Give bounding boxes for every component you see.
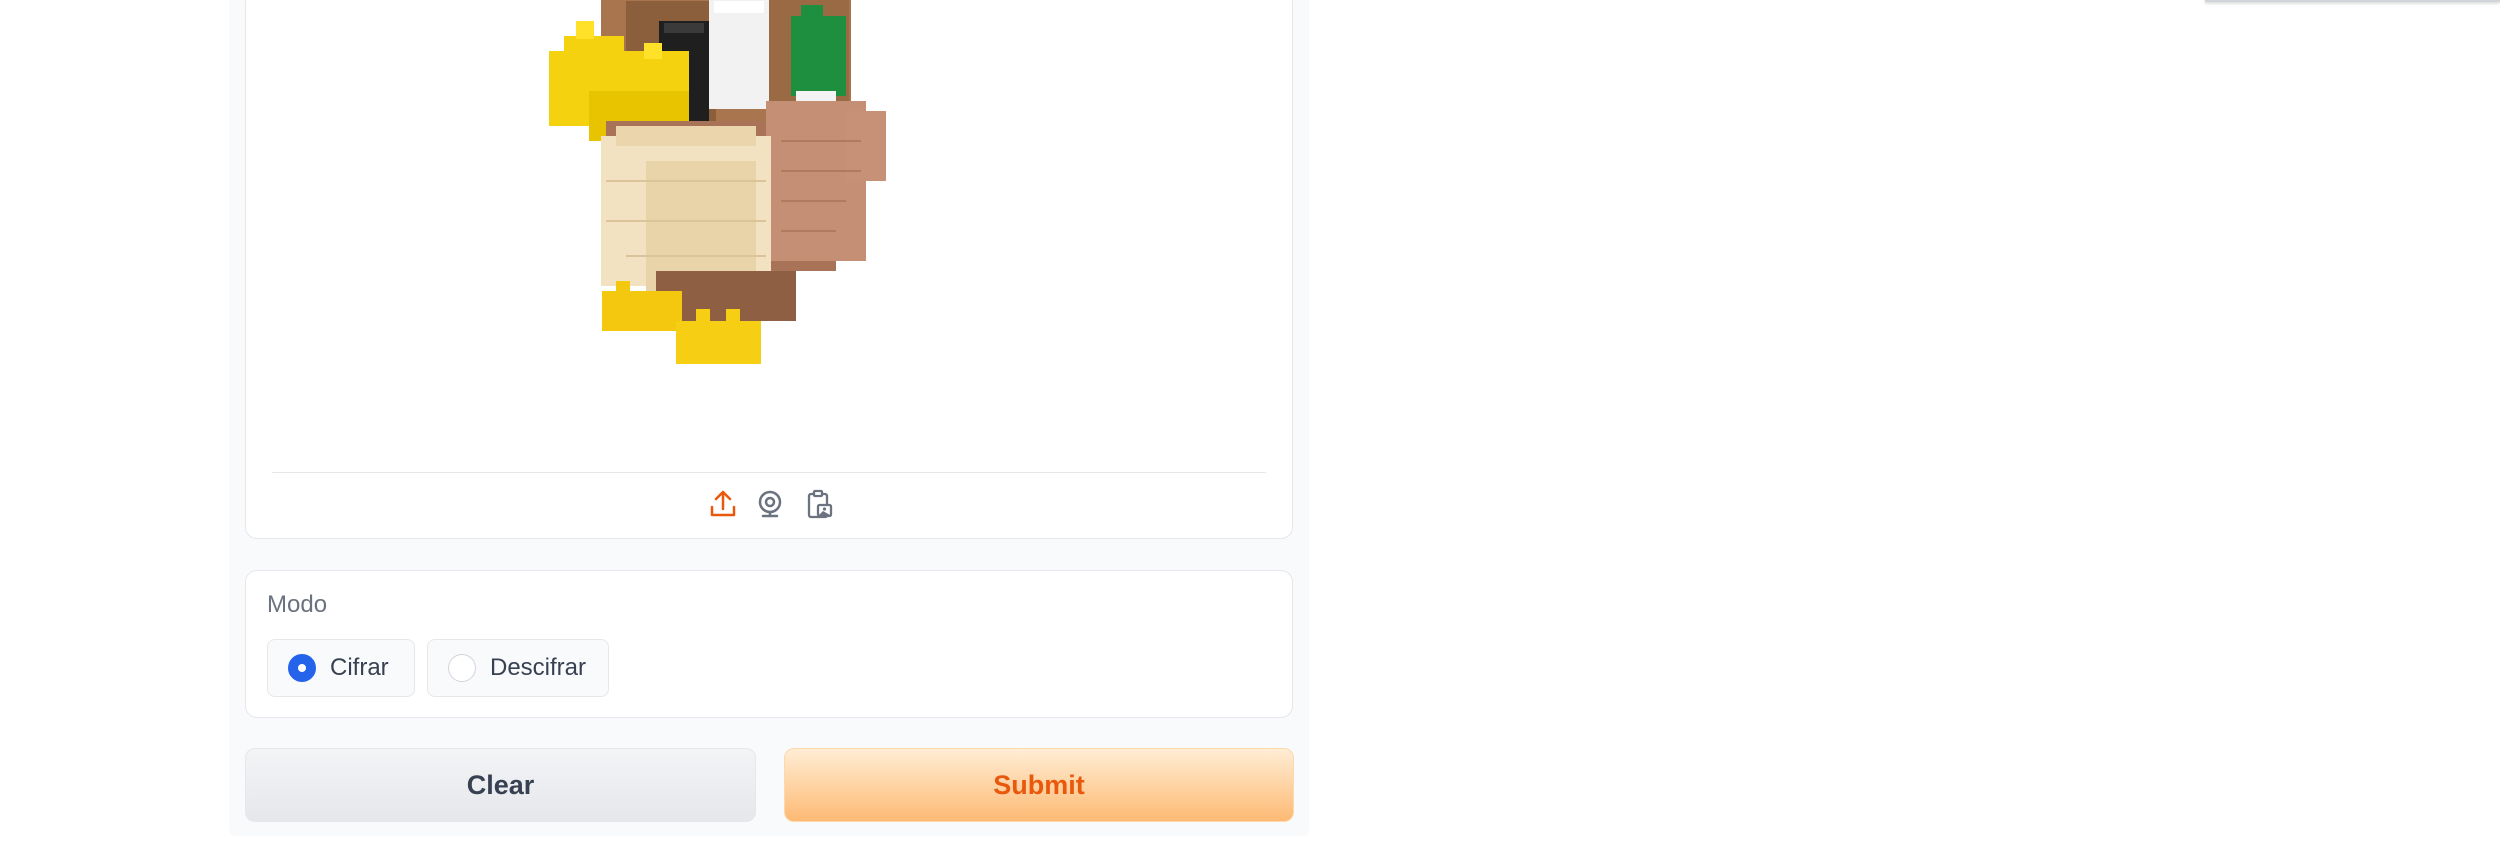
- radio-checked-indicator[interactable]: [288, 654, 316, 682]
- clear-button[interactable]: Clear: [245, 748, 756, 822]
- radio-cifrar[interactable]: Cifrar: [267, 639, 415, 697]
- radio-descifrar[interactable]: Descifrar: [427, 639, 609, 697]
- lego-duck-image: [549, 0, 886, 364]
- source-divider: [272, 472, 1266, 473]
- image-preview: [246, 0, 1292, 472]
- dropdown-edge: [2205, 0, 2500, 2]
- webcam-icon[interactable]: [754, 488, 786, 520]
- upload-icon[interactable]: [707, 488, 739, 520]
- submit-button[interactable]: Submit: [784, 748, 1294, 822]
- mode-radio-group: Modo Cifrar Descifrar: [245, 570, 1293, 718]
- radio-unchecked-indicator[interactable]: [448, 654, 476, 682]
- radio-descifrar-label: Descifrar: [490, 654, 587, 681]
- clipboard-icon[interactable]: [803, 488, 835, 520]
- image-input-panel[interactable]: [245, 0, 1293, 539]
- radio-cifrar-label: Cifrar: [330, 654, 389, 681]
- mode-label: Modo: [267, 591, 328, 618]
